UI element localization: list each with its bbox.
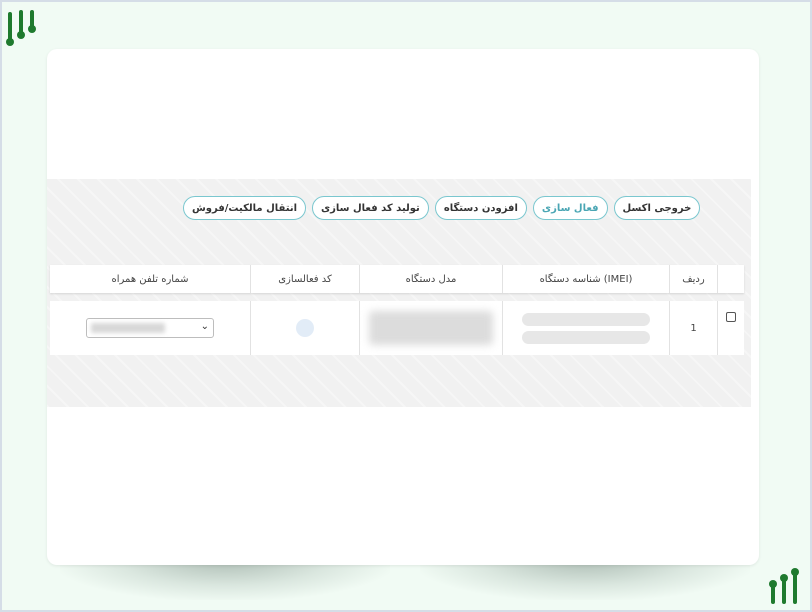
blurred-model-value — [369, 311, 493, 345]
blurred-imei-value — [522, 330, 650, 344]
export-excel-button[interactable]: خروجی اکسل — [613, 196, 701, 220]
header-imei: شناسه دستگاه (IMEI) — [502, 265, 669, 293]
brand-logo-icon — [6, 10, 36, 46]
header-model: مدل دستگاه — [359, 265, 502, 293]
blurred-imei-value — [522, 312, 650, 326]
header-index: ردیف — [669, 265, 717, 293]
activation-code-cell — [250, 301, 359, 355]
card-shadow — [60, 560, 390, 600]
table-header-row: شماره تلفن همراه کد فعالسازی مدل دستگاه … — [50, 265, 744, 293]
activation-status-dot — [296, 319, 314, 337]
add-device-button[interactable]: افزودن دستگاه — [434, 196, 527, 220]
generate-activation-code-button[interactable]: تولید کد فعال سازی — [312, 196, 429, 220]
row-select-cell — [717, 301, 744, 355]
card-shadow — [420, 560, 750, 600]
blurred-phone-value — [91, 323, 165, 333]
imei-cell — [502, 301, 669, 355]
header-select — [717, 265, 744, 293]
phone-cell: ⌄ — [50, 301, 250, 355]
phone-select[interactable]: ⌄ — [86, 318, 214, 338]
devices-panel: انتقال مالکیت/فروش تولید کد فعال سازی اف… — [47, 179, 751, 407]
model-cell — [359, 301, 502, 355]
row-select-radio[interactable] — [726, 312, 736, 322]
header-phone: شماره تلفن همراه — [111, 273, 189, 285]
header-activation-code: کد فعالسازی — [250, 265, 359, 293]
chevron-down-icon: ⌄ — [200, 321, 209, 332]
brand-logo-icon — [769, 568, 799, 604]
transfer-ownership-button[interactable]: انتقال مالکیت/فروش — [183, 196, 306, 220]
main-card: انتقال مالکیت/فروش تولید کد فعال سازی اف… — [47, 49, 759, 565]
row-index: 1 — [669, 301, 717, 355]
activate-button[interactable]: فعال سازی — [532, 196, 608, 220]
toolbar: انتقال مالکیت/فروش تولید کد فعال سازی اف… — [183, 196, 701, 222]
imei-values — [522, 312, 650, 344]
table-row: ⌄ 1 — [50, 301, 744, 355]
devices-table: شماره تلفن همراه کد فعالسازی مدل دستگاه … — [50, 265, 744, 355]
